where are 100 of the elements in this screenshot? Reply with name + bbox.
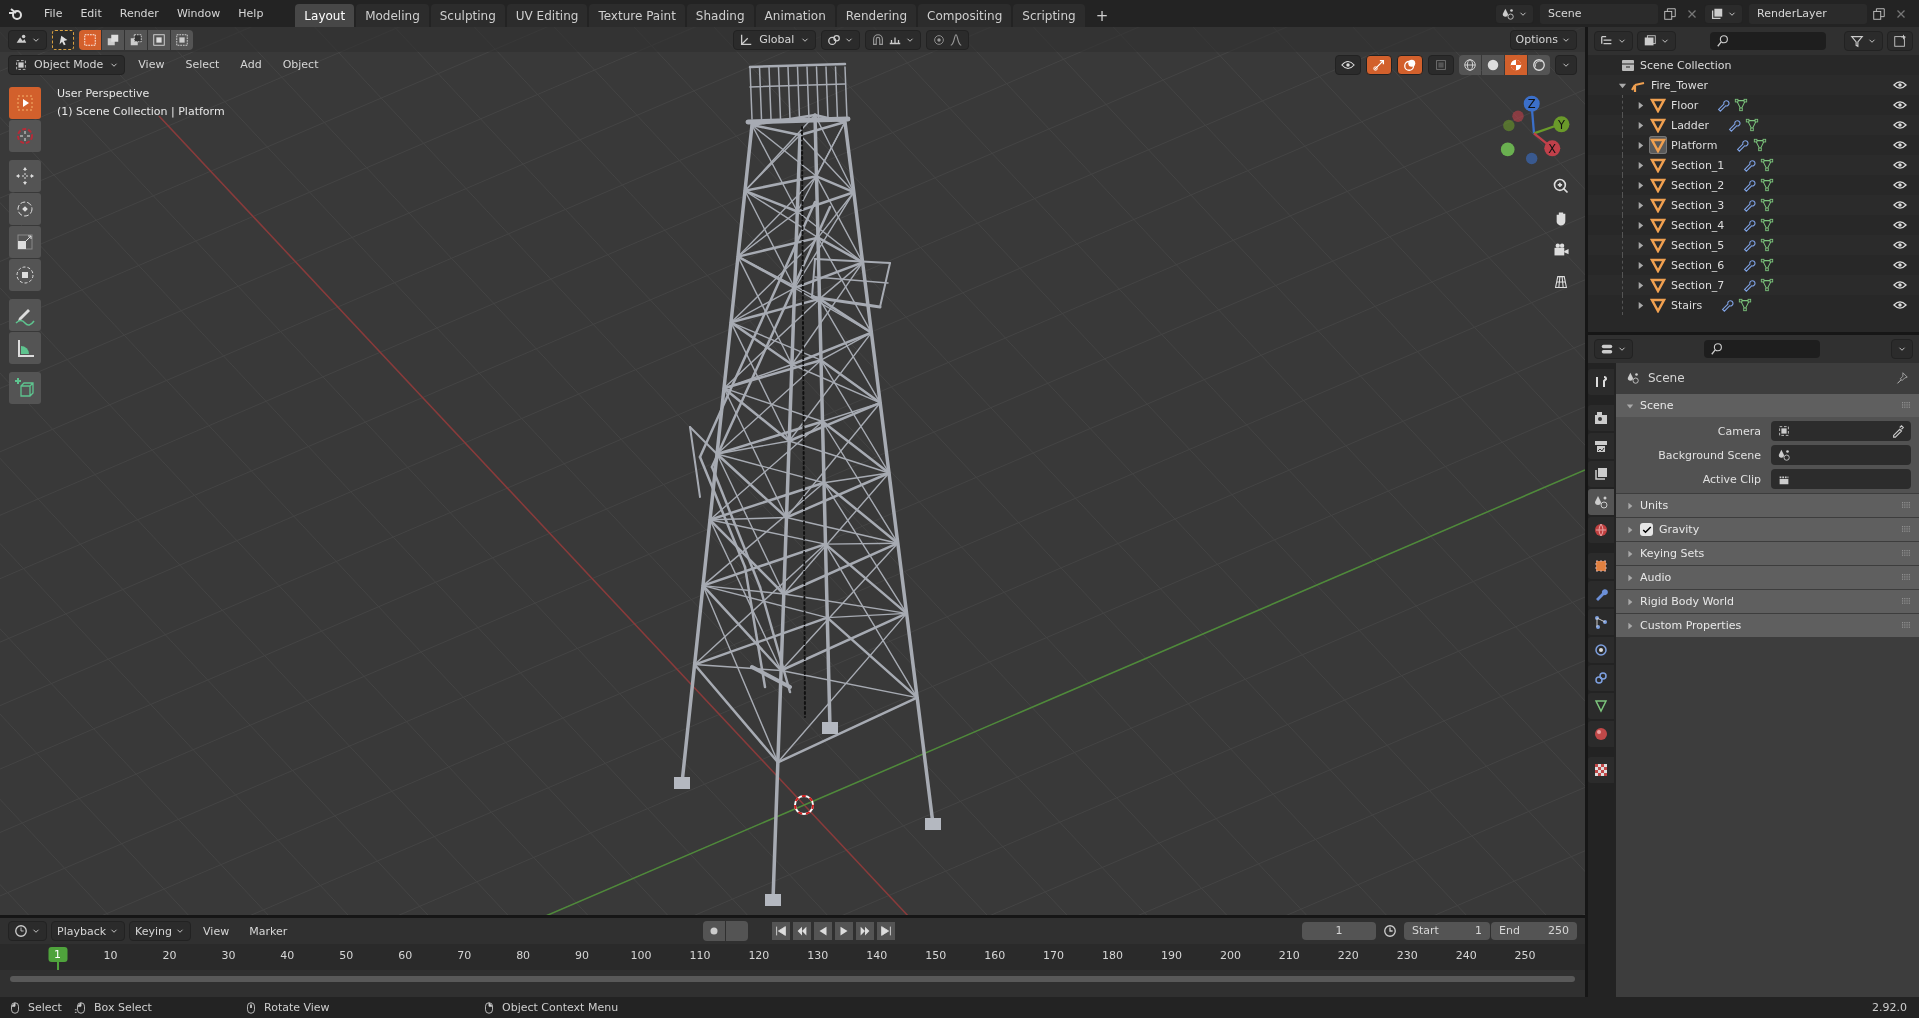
menu-item[interactable]: View xyxy=(195,921,238,941)
eye-icon[interactable] xyxy=(1893,118,1907,132)
eye-icon[interactable] xyxy=(1893,258,1907,272)
eye-icon[interactable] xyxy=(1893,218,1907,232)
editor-type-button[interactable] xyxy=(8,29,47,50)
eye-icon[interactable] xyxy=(1893,298,1907,312)
properties-tab[interactable] xyxy=(1588,609,1614,635)
workspace-tab[interactable]: Scripting xyxy=(1013,4,1085,27)
wrench-icon[interactable] xyxy=(1742,178,1757,192)
select-mode-button[interactable] xyxy=(102,29,124,50)
properties-tab[interactable] xyxy=(1588,433,1614,459)
workspace-tab[interactable]: Sculpting xyxy=(430,4,505,27)
properties-tab[interactable] xyxy=(1588,461,1614,487)
workspace-tab[interactable]: Compositing xyxy=(918,4,1012,27)
menu-item[interactable]: Object xyxy=(274,55,327,74)
expand-arrow-icon[interactable] xyxy=(1636,240,1645,250)
expand-arrow-icon[interactable] xyxy=(1636,180,1645,190)
mesh-data-icon[interactable] xyxy=(1760,278,1775,292)
tool-button[interactable] xyxy=(9,87,41,119)
panel-header[interactable]: Gravity xyxy=(1616,518,1919,541)
eye-icon[interactable] xyxy=(1893,158,1907,172)
viewport-toggle[interactable] xyxy=(1428,54,1454,75)
object-field[interactable] xyxy=(1771,469,1911,489)
properties-tab[interactable] xyxy=(1588,581,1614,607)
mesh-object-icon[interactable] xyxy=(1649,276,1667,294)
play-icon[interactable] xyxy=(834,922,853,940)
mesh-data-icon[interactable] xyxy=(1760,158,1775,172)
mesh-object-icon[interactable] xyxy=(1649,236,1667,254)
search-field[interactable] xyxy=(1710,32,1826,50)
snap-dropdown[interactable] xyxy=(865,29,922,50)
viewport-toggle[interactable] xyxy=(1335,54,1361,75)
panel-header[interactable]: Keying Sets xyxy=(1616,542,1919,565)
proportional-edit-button[interactable] xyxy=(926,29,970,50)
drag-handle-icon[interactable] xyxy=(1902,550,1911,557)
properties-tab[interactable] xyxy=(1588,517,1614,543)
menu-item[interactable]: View xyxy=(130,55,173,74)
menu-item[interactable]: Render xyxy=(111,4,167,23)
tool-button[interactable] xyxy=(9,120,41,152)
drag-handle-icon[interactable] xyxy=(1902,598,1911,605)
workspace-tab[interactable]: Rendering xyxy=(836,4,917,27)
drag-handle-icon[interactable] xyxy=(1902,402,1911,409)
expand-arrow-icon[interactable] xyxy=(1636,260,1645,270)
tower-drawing[interactable] xyxy=(674,62,941,906)
current-frame-field[interactable]: 1 xyxy=(1302,922,1376,940)
mesh-object-icon[interactable] xyxy=(1649,216,1667,234)
filter-button[interactable] xyxy=(1844,31,1883,51)
wrench-icon[interactable] xyxy=(1742,158,1757,172)
view-layer-type-button[interactable] xyxy=(1704,3,1743,24)
pivot-dropdown[interactable] xyxy=(821,29,861,50)
rewind-icon[interactable] xyxy=(792,922,811,940)
menu-dropdown[interactable]: Keying xyxy=(129,921,192,941)
properties-tab[interactable] xyxy=(1588,637,1614,663)
properties-tab[interactable] xyxy=(1588,405,1614,431)
object-field[interactable] xyxy=(1771,445,1911,465)
wrench-icon[interactable] xyxy=(1735,138,1750,152)
mesh-object-icon[interactable] xyxy=(1649,176,1667,194)
mesh-data-icon[interactable] xyxy=(1760,218,1775,232)
mesh-data-icon[interactable] xyxy=(1760,178,1775,192)
expand-arrow-icon[interactable] xyxy=(1636,140,1645,150)
eye-icon[interactable] xyxy=(1893,198,1907,212)
mesh-data-icon[interactable] xyxy=(1760,238,1775,252)
shading-button[interactable] xyxy=(1528,54,1550,75)
menu-item[interactable]: Edit xyxy=(72,4,110,23)
menu-item[interactable]: Window xyxy=(168,4,229,23)
checkbox[interactable] xyxy=(1640,523,1653,536)
expand-arrow-icon[interactable] xyxy=(1636,100,1645,110)
eyedropper-icon[interactable] xyxy=(1891,424,1905,438)
mode-dropdown[interactable]: Object Mode xyxy=(8,54,126,75)
menu-dropdown[interactable]: Playback xyxy=(51,921,126,941)
wrench-icon[interactable] xyxy=(1716,98,1731,112)
expand-arrow-icon[interactable] xyxy=(1636,120,1645,130)
expand-arrow-icon[interactable] xyxy=(1636,220,1645,230)
mesh-object-icon[interactable] xyxy=(1649,296,1667,314)
mesh-data-icon[interactable] xyxy=(1760,258,1775,272)
wrench-icon[interactable] xyxy=(1720,298,1735,312)
pin-icon[interactable] xyxy=(1895,371,1909,385)
wrench-icon[interactable] xyxy=(1742,218,1757,232)
tool-button[interactable] xyxy=(9,372,41,404)
workspace-tab[interactable]: Texture Paint xyxy=(589,4,685,27)
workspace-tab[interactable]: UV Editing xyxy=(506,4,588,27)
wrench-icon[interactable] xyxy=(1727,118,1742,132)
menu-item[interactable]: File xyxy=(36,4,71,23)
skip-forward-icon[interactable] xyxy=(876,922,895,940)
end-frame-field[interactable]: End 250 xyxy=(1491,922,1577,940)
play-reverse-icon[interactable] xyxy=(813,922,832,940)
record-button[interactable] xyxy=(702,921,725,941)
properties-tab[interactable] xyxy=(1588,757,1614,783)
properties-tab[interactable] xyxy=(1588,693,1614,719)
editor-type-button[interactable] xyxy=(1594,31,1633,51)
menu-item[interactable]: Add xyxy=(232,55,270,74)
eye-icon[interactable] xyxy=(1893,178,1907,192)
view-layer-field[interactable]: RenderLayer xyxy=(1749,3,1867,24)
workspace-tab[interactable]: Animation xyxy=(755,4,835,27)
scene-field[interactable]: Scene xyxy=(1540,3,1658,24)
mesh-data-icon[interactable] xyxy=(1753,138,1768,152)
panel-header[interactable]: Audio xyxy=(1616,566,1919,589)
skip-back-icon[interactable] xyxy=(771,922,790,940)
mesh-data-icon[interactable] xyxy=(1738,298,1753,312)
mesh-data-icon[interactable] xyxy=(1734,98,1749,112)
search-field[interactable] xyxy=(1704,340,1820,358)
